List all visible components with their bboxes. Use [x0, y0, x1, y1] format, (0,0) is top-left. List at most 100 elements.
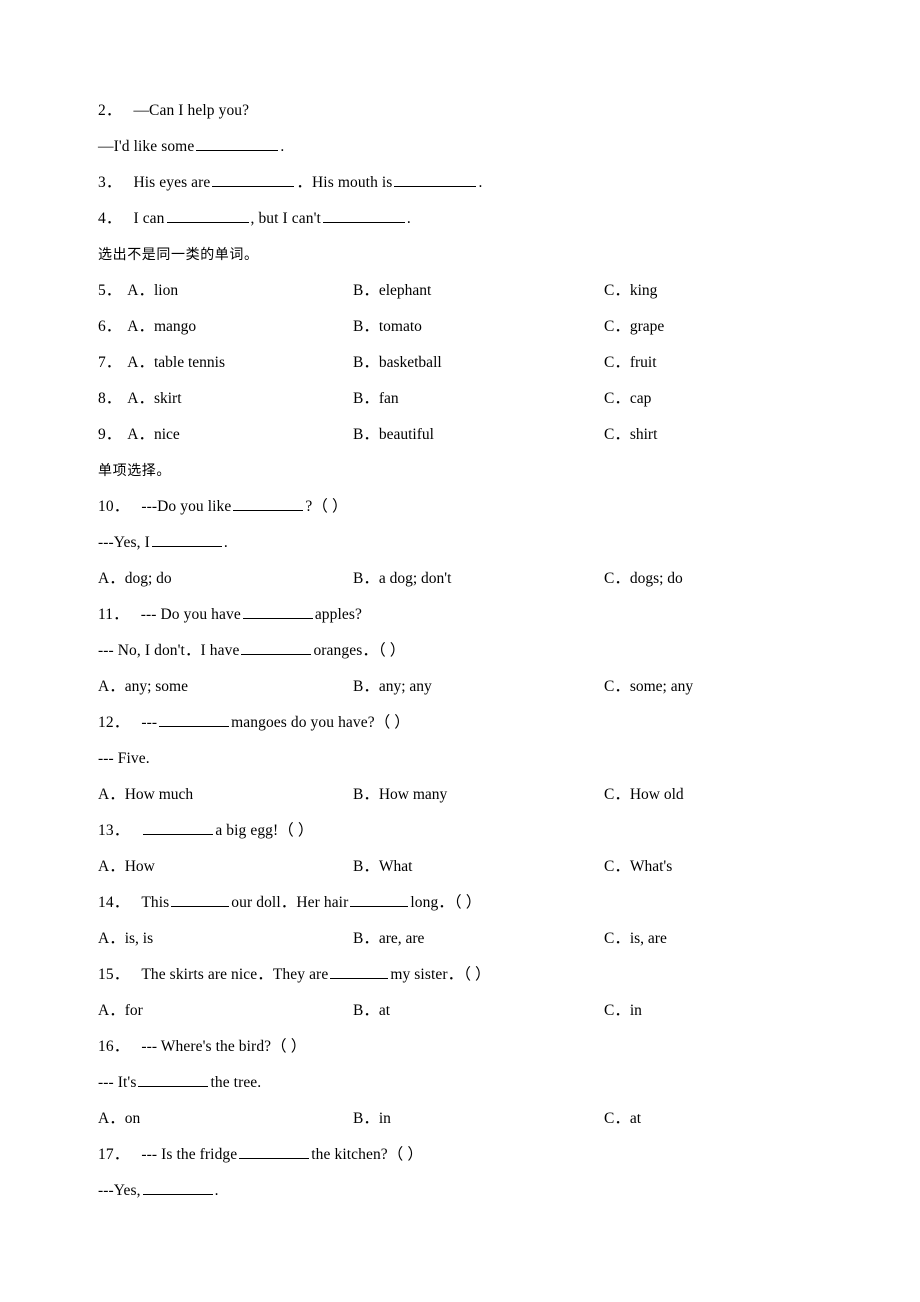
- answer-blank[interactable]: [166, 207, 249, 223]
- answer-blank[interactable]: [142, 1179, 213, 1195]
- question-7-option-a[interactable]: 7． A．table tennis: [98, 345, 225, 381]
- question-13-option-b[interactable]: B．What: [353, 849, 412, 885]
- question-14-option-b[interactable]: B．are, are: [353, 921, 424, 957]
- question-stem-text: ---Do you like: [141, 498, 232, 515]
- question-12-answer: --- Five.: [98, 750, 150, 767]
- question-16-option-b[interactable]: B．in: [353, 1101, 391, 1137]
- question-15-option-a[interactable]: A．for: [98, 993, 143, 1029]
- question-11-option-a[interactable]: A．any; some: [98, 669, 188, 705]
- answer-blank[interactable]: [212, 171, 295, 187]
- question-text-part-2: , but I can't: [250, 210, 321, 227]
- question-9-option-b[interactable]: B．beautiful: [353, 417, 434, 453]
- question-14-option-a[interactable]: A．is, is: [98, 921, 153, 957]
- question-6-option-c[interactable]: C．grape: [604, 309, 664, 345]
- question-text-part-2: ．His mouth is: [296, 174, 393, 191]
- question-stem-text: --- Is the fridge: [141, 1146, 238, 1163]
- question-11-options: A．any; some B．any; any C．some; any: [98, 669, 860, 705]
- question-16-answer: --- It's the tree.: [98, 1065, 860, 1101]
- question-7-option-b[interactable]: B．basketball: [353, 345, 442, 381]
- answer-blank[interactable]: [138, 1071, 209, 1087]
- answer-blank[interactable]: [143, 819, 214, 835]
- question-number: 11．: [98, 606, 129, 623]
- question-text-part-3: .: [406, 210, 411, 227]
- answer-blank[interactable]: [233, 495, 304, 511]
- question-9-row: 9． A．nice B．beautiful C．shirt: [98, 417, 860, 453]
- question-8-option-a[interactable]: 8． A．skirt: [98, 381, 182, 417]
- question-stem-tail: mangoes do you have?（ ）: [231, 714, 410, 731]
- question-10-answer: ---Yes, I.: [98, 525, 860, 561]
- answer-blank[interactable]: [394, 171, 477, 187]
- question-16-options: A．on B．in C．at: [98, 1101, 860, 1137]
- section-heading-odd-one-out: 选出不是同一类的单词。: [98, 247, 259, 263]
- question-stem-tail: my sister．（ ）: [390, 966, 491, 983]
- answer-prompt: —I'd like some: [98, 138, 195, 155]
- answer-blank[interactable]: [241, 639, 312, 655]
- question-5-option-a[interactable]: 5． A．lion: [98, 273, 178, 309]
- question-16-option-c[interactable]: C．at: [604, 1101, 641, 1137]
- question-15-option-c[interactable]: C．in: [604, 993, 642, 1029]
- question-11-stem: 11． --- Do you have apples?: [98, 597, 860, 633]
- answer-punctuation: .: [280, 138, 285, 155]
- worksheet-content: 2． —Can I help you? —I'd like some. 3． His…: [98, 93, 860, 1209]
- question-8-option-c[interactable]: C．cap: [604, 381, 651, 417]
- question-7-option-c[interactable]: C．fruit: [604, 345, 657, 381]
- question-text: —Can I help you?: [133, 102, 250, 119]
- question-10-option-c[interactable]: C．dogs; do: [604, 561, 683, 597]
- question-10-option-a[interactable]: A．dog; do: [98, 561, 172, 597]
- answer-blank[interactable]: [350, 891, 409, 907]
- question-12-option-b[interactable]: B．How many: [353, 777, 447, 813]
- question-10-option-b[interactable]: B．a dog; don't: [353, 561, 451, 597]
- question-stem-text: The skirts are nice．They are: [141, 966, 329, 983]
- answer-tail: oranges．（ ）: [313, 642, 406, 659]
- question-7-row: 7． A．table tennis B．basketball C．fruit: [98, 345, 860, 381]
- question-number: 16．: [98, 1038, 130, 1055]
- question-6-option-a[interactable]: 6． A．mango: [98, 309, 196, 345]
- question-8-option-b[interactable]: B．fan: [353, 381, 399, 417]
- question-number: 17．: [98, 1146, 130, 1163]
- answer-blank[interactable]: [159, 711, 230, 727]
- question-number: 13．: [98, 822, 130, 839]
- question-12-stem: 12． --- mangoes do you have?（ ）: [98, 705, 860, 741]
- question-13-stem: 13． a big egg!（ ）: [98, 813, 860, 849]
- question-11-option-c[interactable]: C．some; any: [604, 669, 693, 705]
- question-stem-tail: a big egg!（ ）: [215, 822, 314, 839]
- question-stem-text: --- Do you have: [140, 606, 241, 623]
- question-stem-tail: the kitchen?（ ）: [311, 1146, 423, 1163]
- answer-blank[interactable]: [242, 603, 313, 619]
- answer-blank[interactable]: [171, 891, 230, 907]
- question-2-line-2: —I'd like some.: [98, 129, 860, 165]
- question-11-option-b[interactable]: B．any; any: [353, 669, 432, 705]
- question-13-option-c[interactable]: C．What's: [604, 849, 672, 885]
- question-15-option-b[interactable]: B．at: [353, 993, 390, 1029]
- answer-blank[interactable]: [322, 207, 405, 223]
- question-16-option-a[interactable]: A．on: [98, 1101, 140, 1137]
- question-10-options: A．dog; do B．a dog; don't C．dogs; do: [98, 561, 860, 597]
- answer-punctuation: .: [223, 534, 228, 551]
- answer-prompt: --- No, I don't．I have: [98, 642, 240, 659]
- question-number: 10．: [98, 498, 130, 515]
- answer-prompt: ---Yes, I: [98, 534, 150, 551]
- question-9-option-c[interactable]: C．shirt: [604, 417, 657, 453]
- question-12-option-a[interactable]: A．How much: [98, 777, 193, 813]
- question-6-option-b[interactable]: B．tomato: [353, 309, 422, 345]
- question-13-option-a[interactable]: A．How: [98, 849, 155, 885]
- question-14-option-c[interactable]: C．is, are: [604, 921, 667, 957]
- question-5-option-c[interactable]: C．king: [604, 273, 657, 309]
- question-2-line-1: 2． —Can I help you?: [98, 93, 860, 129]
- question-number: 12．: [98, 714, 130, 731]
- question-5-option-b[interactable]: B．elephant: [353, 273, 431, 309]
- question-text-part-1: His eyes are: [133, 174, 211, 191]
- answer-blank[interactable]: [239, 1143, 310, 1159]
- answer-blank[interactable]: [151, 531, 222, 547]
- question-9-option-a[interactable]: 9． A．nice: [98, 417, 180, 453]
- question-12-option-c[interactable]: C．How old: [604, 777, 684, 813]
- answer-blank[interactable]: [196, 135, 279, 151]
- question-12-options: A．How much B．How many C．How old: [98, 777, 860, 813]
- section-heading-multiple-choice: 单项选择。: [98, 463, 171, 479]
- question-text-part-1: I can: [133, 210, 165, 227]
- answer-punctuation: .: [214, 1182, 219, 1199]
- answer-prompt: --- It's: [98, 1074, 137, 1091]
- answer-blank[interactable]: [330, 963, 389, 979]
- question-stem-tail: apples?: [314, 606, 362, 623]
- question-number: 2．: [98, 102, 122, 119]
